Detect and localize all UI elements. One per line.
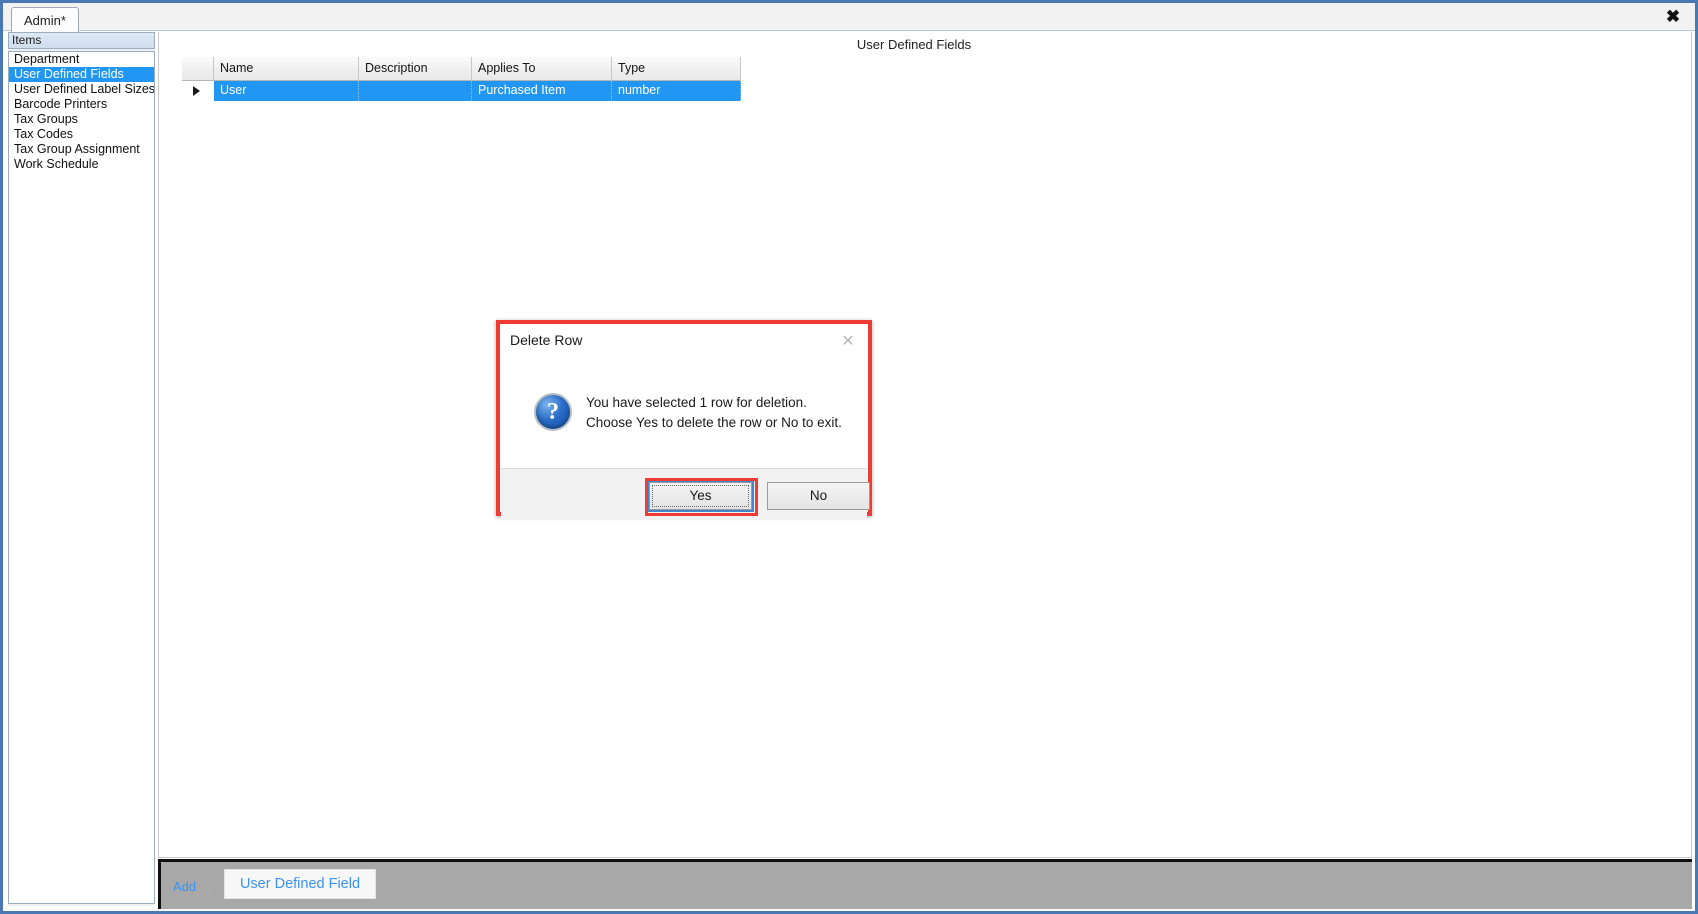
dialog-body: ? You have selected 1 row for deletion. … <box>501 361 867 468</box>
yes-button[interactable]: Yes <box>647 480 754 512</box>
dialog-message-line-1: You have selected 1 row for deletion. <box>586 395 807 410</box>
application-window: Admin* ✖ Items Department User Defined F… <box>0 0 1698 914</box>
grid-header-indicator <box>182 57 214 80</box>
tab-strip: Admin* <box>3 3 1695 32</box>
add-user-defined-field-button[interactable]: User Defined Field <box>224 869 376 899</box>
sidebar-item-tax-groups[interactable]: Tax Groups <box>9 112 154 127</box>
grid-header-type[interactable]: Type <box>612 57 741 80</box>
table-row[interactable]: User Purchased Item number <box>182 81 741 101</box>
grid-header-row: Name Description Applies To Type <box>182 57 741 81</box>
sidebar-item-department[interactable]: Department <box>9 52 154 67</box>
grid-header-description[interactable]: Description <box>359 57 472 80</box>
dialog-footer: Yes No <box>501 468 870 520</box>
page-title: User Defined Fields <box>856 37 972 52</box>
no-button[interactable]: No <box>767 482 870 510</box>
delete-row-dialog: Delete Row ✕ ? You have selected 1 row f… <box>496 320 872 520</box>
sidebar-item-work-schedule[interactable]: Work Schedule <box>9 157 154 172</box>
sidebar: Items Department User Defined Fields Use… <box>8 32 155 906</box>
sidebar-item-user-defined-label-sizes[interactable]: User Defined Label Sizes <box>9 82 154 97</box>
user-defined-fields-grid: Name Description Applies To Type User Pu… <box>182 57 741 101</box>
main-content-panel: User Defined Fields Name Description App… <box>158 32 1692 858</box>
dialog-titlebar: Delete Row ✕ <box>501 325 867 361</box>
dialog-message-line-2: Choose Yes to delete the row or No to ex… <box>586 415 842 430</box>
add-label-text: Add <box>173 879 197 894</box>
cell-type[interactable]: number <box>612 81 741 101</box>
sidebar-list[interactable]: Department User Defined Fields User Defi… <box>8 51 155 904</box>
grid-header-name[interactable]: Name <box>214 57 359 80</box>
dialog-title: Delete Row <box>510 332 583 348</box>
row-selector-arrow-icon[interactable] <box>182 81 214 101</box>
dialog-message: You have selected 1 row for deletion. Ch… <box>586 393 842 433</box>
no-button-label: No <box>809 488 828 503</box>
tab-admin-modified-marker: * <box>60 13 66 28</box>
add-label: Add ... <box>173 879 211 894</box>
add-label-dots: ... <box>199 879 211 894</box>
cell-applies-to[interactable]: Purchased Item <box>472 81 612 101</box>
tab-admin-label: Admin <box>24 13 61 28</box>
cell-description[interactable] <box>359 81 472 101</box>
sidebar-item-barcode-printers[interactable]: Barcode Printers <box>9 97 154 112</box>
bottom-toolbar: Add ... User Defined Field <box>158 859 1692 909</box>
close-x-icon[interactable]: ✖ <box>1661 5 1685 29</box>
sidebar-item-tax-codes[interactable]: Tax Codes <box>9 127 154 142</box>
yes-button-focus-outline <box>652 485 749 507</box>
sidebar-header-items: Items <box>8 32 155 49</box>
sidebar-item-tax-group-assignment[interactable]: Tax Group Assignment <box>9 142 154 157</box>
tab-admin[interactable]: Admin* <box>11 7 79 32</box>
dialog-inner: Delete Row ✕ ? You have selected 1 row f… <box>500 324 870 520</box>
cell-name[interactable]: User <box>214 81 359 101</box>
sidebar-item-user-defined-fields[interactable]: User Defined Fields <box>9 67 154 82</box>
dialog-close-icon[interactable]: ✕ <box>837 332 859 352</box>
question-mark-icon: ? <box>534 393 572 431</box>
grid-header-applies-to[interactable]: Applies To <box>472 57 612 80</box>
